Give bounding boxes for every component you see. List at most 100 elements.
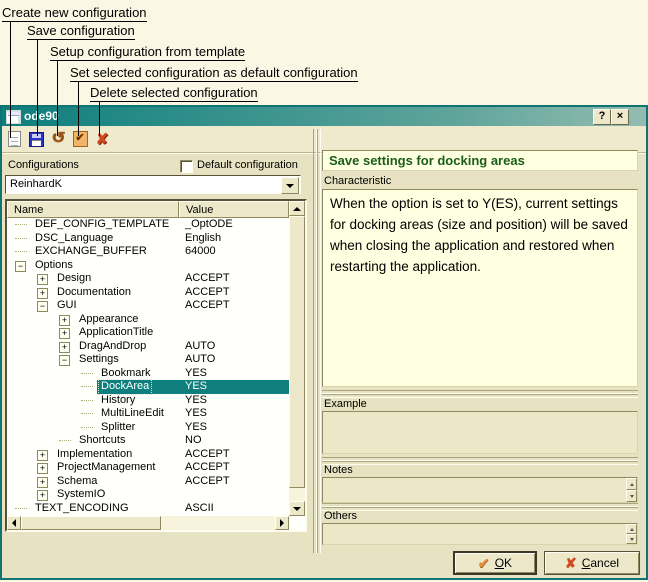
tree-item-label[interactable]: Design: [57, 272, 91, 286]
tree-item-value: YES: [185, 394, 207, 408]
tree-row[interactable]: History YES: [7, 394, 289, 408]
section-splitter[interactable]: [322, 394, 638, 398]
tree-row[interactable]: + ApplicationTitle: [7, 326, 289, 340]
scroll-left-button[interactable]: [7, 516, 21, 530]
default-configuration-checkbox[interactable]: [180, 160, 193, 173]
tree-row[interactable]: +DocumentationACCEPT: [7, 286, 289, 300]
tree-item-label[interactable]: Options: [35, 259, 73, 273]
ok-button[interactable]: ✔ OK: [453, 551, 537, 575]
others-scrollbar[interactable]: [626, 524, 637, 544]
tree-item-label[interactable]: GUI: [57, 299, 77, 313]
tree-row[interactable]: MultiLineEditYES: [7, 407, 289, 421]
collapse-icon[interactable]: −: [37, 301, 48, 312]
scroll-right-button[interactable]: [275, 516, 289, 530]
help-button[interactable]: ?: [593, 109, 611, 125]
tree-row[interactable]: TEXT_ENCODINGASCII: [7, 502, 289, 516]
expand-icon[interactable]: +: [59, 342, 70, 353]
tree-item-label[interactable]: EXCHANGE_BUFFER: [35, 245, 147, 259]
section-splitter[interactable]: [322, 461, 638, 465]
tree-connector: [59, 440, 71, 441]
tree-row[interactable]: DockAreaYES: [7, 380, 289, 394]
vertical-scroll-thumb[interactable]: [289, 216, 305, 488]
tree-item-value: YES: [185, 367, 207, 381]
tree-item-label[interactable]: MultiLineEdit: [101, 407, 164, 421]
expand-icon[interactable]: +: [37, 490, 48, 501]
tree-row[interactable]: +SchemaACCEPT: [7, 475, 289, 489]
spin-up-button[interactable]: [626, 524, 637, 534]
tree-connector: [81, 386, 93, 387]
tree-item-label[interactable]: Splitter: [101, 421, 135, 435]
tree-item-value: ACCEPT: [185, 461, 230, 475]
tree-item-label[interactable]: DEF_CONFIG_TEMPLATE: [35, 218, 169, 232]
tree-item-label[interactable]: ApplicationTitle: [79, 326, 153, 340]
tree-item-label[interactable]: TEXT_ENCODING: [35, 502, 129, 516]
tree-item-label[interactable]: ProjectManagement: [57, 461, 155, 475]
expand-icon[interactable]: +: [37, 288, 48, 299]
collapse-icon[interactable]: −: [59, 355, 70, 366]
new-configuration-button[interactable]: [4, 129, 24, 149]
tree-item-label[interactable]: Settings: [79, 353, 119, 367]
tree-item-value: _OptODE: [185, 218, 233, 232]
tree-item-label[interactable]: DockArea: [99, 380, 151, 394]
horizontal-scrollbar[interactable]: [7, 516, 289, 530]
configuration-select[interactable]: ReinhardK: [5, 175, 301, 194]
vertical-scrollbar[interactable]: [289, 201, 305, 516]
notes-scrollbar[interactable]: [626, 478, 637, 502]
tree-item-label[interactable]: DragAndDrop: [79, 340, 146, 354]
notes-box: [322, 477, 638, 503]
tree-row[interactable]: ShortcutsNO: [7, 434, 289, 448]
tree-item-label[interactable]: SystemIO: [57, 488, 105, 502]
spin-down-button[interactable]: [626, 490, 637, 502]
tree-item-label[interactable]: Shortcuts: [79, 434, 125, 448]
default-configuration-label[interactable]: Default configuration: [197, 159, 298, 171]
example-box: [322, 411, 638, 454]
chevron-down-icon: [286, 184, 294, 188]
collapse-icon[interactable]: −: [15, 261, 26, 272]
horizontal-scroll-thumb[interactable]: [21, 516, 161, 530]
tree-row[interactable]: −GUIACCEPT: [7, 299, 289, 313]
expand-icon[interactable]: +: [37, 463, 48, 474]
tree-item-label[interactable]: History: [101, 394, 135, 408]
expand-icon[interactable]: +: [59, 328, 70, 339]
tree-item-label[interactable]: Bookmark: [101, 367, 151, 381]
setup-from-template-button[interactable]: ↺: [48, 129, 68, 149]
tree-item-label[interactable]: Implementation: [57, 448, 132, 462]
tree-item-label[interactable]: Schema: [57, 475, 97, 489]
panel-splitter[interactable]: [317, 129, 321, 553]
column-header-name[interactable]: Name: [7, 201, 179, 218]
cancel-button-label: Cancel: [582, 556, 619, 570]
tree-row[interactable]: +ImplementationACCEPT: [7, 448, 289, 462]
spin-up-button[interactable]: [626, 478, 637, 490]
spin-down-button[interactable]: [626, 534, 637, 544]
scroll-up-button[interactable]: [289, 201, 305, 216]
tree-row[interactable]: +DragAndDropAUTO: [7, 340, 289, 354]
delete-configuration-button[interactable]: ✘: [92, 129, 112, 149]
save-configuration-button[interactable]: [26, 129, 46, 149]
tree-row[interactable]: −Options: [7, 259, 289, 273]
tree-row[interactable]: DSC_LanguageEnglish: [7, 232, 289, 246]
configuration-selected-value: ReinhardK: [10, 178, 62, 190]
tree-row[interactable]: EXCHANGE_BUFFER64000: [7, 245, 289, 259]
tree-row[interactable]: Bookmark YES: [7, 367, 289, 381]
tree-item-label[interactable]: Appearance: [79, 313, 138, 327]
tree-item-label[interactable]: DSC_Language: [35, 232, 113, 246]
combo-dropdown-button[interactable]: [281, 177, 299, 194]
close-button[interactable]: ×: [611, 109, 629, 125]
section-splitter[interactable]: [322, 507, 638, 511]
expand-icon[interactable]: +: [37, 450, 48, 461]
set-default-configuration-button[interactable]: ✔: [70, 129, 90, 149]
tree-row[interactable]: + ProjectManagement ACCEPT: [7, 461, 289, 475]
expand-icon[interactable]: +: [37, 274, 48, 285]
tree-row[interactable]: + Appearance: [7, 313, 289, 327]
tree-row[interactable]: −SettingsAUTO: [7, 353, 289, 367]
column-header-value[interactable]: Value: [179, 201, 289, 218]
tree-row[interactable]: +DesignACCEPT: [7, 272, 289, 286]
tree-row[interactable]: SplitterYES: [7, 421, 289, 435]
scroll-down-button[interactable]: [289, 501, 305, 516]
cancel-button[interactable]: ✘ Cancel: [544, 551, 640, 575]
tree-row[interactable]: DEF_CONFIG_TEMPLATE _OptODE: [7, 218, 289, 232]
tree-item-label[interactable]: Documentation: [57, 286, 131, 300]
expand-icon[interactable]: +: [59, 315, 70, 326]
tree-row[interactable]: + SystemIO: [7, 488, 289, 502]
expand-icon[interactable]: +: [37, 477, 48, 488]
